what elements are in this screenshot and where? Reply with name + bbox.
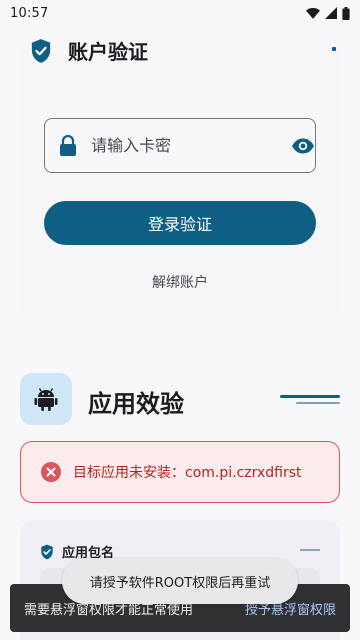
app-error-card: 目标应用未安装：com.pi.czrxdfirst xyxy=(20,441,340,503)
shield-check-icon xyxy=(31,38,51,63)
account-title-row: 账户验证 xyxy=(30,36,148,65)
login-verify-button[interactable]: 登录验证 xyxy=(44,201,316,245)
signal-icon xyxy=(325,7,337,19)
app-check-header: 应用效验 xyxy=(20,373,340,425)
unbind-account-link[interactable]: 解绑账户 xyxy=(0,272,360,292)
error-circle-icon xyxy=(41,462,61,482)
card-key-input[interactable] xyxy=(91,136,291,155)
status-bar: 10:57 xyxy=(0,0,360,26)
eye-icon[interactable] xyxy=(291,133,315,159)
account-title: 账户验证 xyxy=(68,40,148,64)
android-tile xyxy=(20,373,72,425)
app-error-text: 目标应用未安装：com.pi.czrxdfirst xyxy=(73,465,302,481)
battery-icon xyxy=(342,6,350,20)
wifi-icon xyxy=(306,7,320,19)
status-icons xyxy=(306,6,350,20)
app-check-title: 应用效验 xyxy=(88,390,184,418)
android-icon xyxy=(34,388,58,411)
shield-check-icon xyxy=(41,544,53,559)
package-dash xyxy=(300,549,320,551)
card-key-field[interactable] xyxy=(44,118,316,173)
status-time: 10:57 xyxy=(10,5,49,21)
decor-line xyxy=(280,395,340,398)
indicator-dot xyxy=(332,47,336,51)
lock-icon xyxy=(59,134,77,158)
decor-line-secondary xyxy=(296,402,340,404)
root-toast: 请授予软件ROOT权限后再重试 xyxy=(62,558,298,604)
